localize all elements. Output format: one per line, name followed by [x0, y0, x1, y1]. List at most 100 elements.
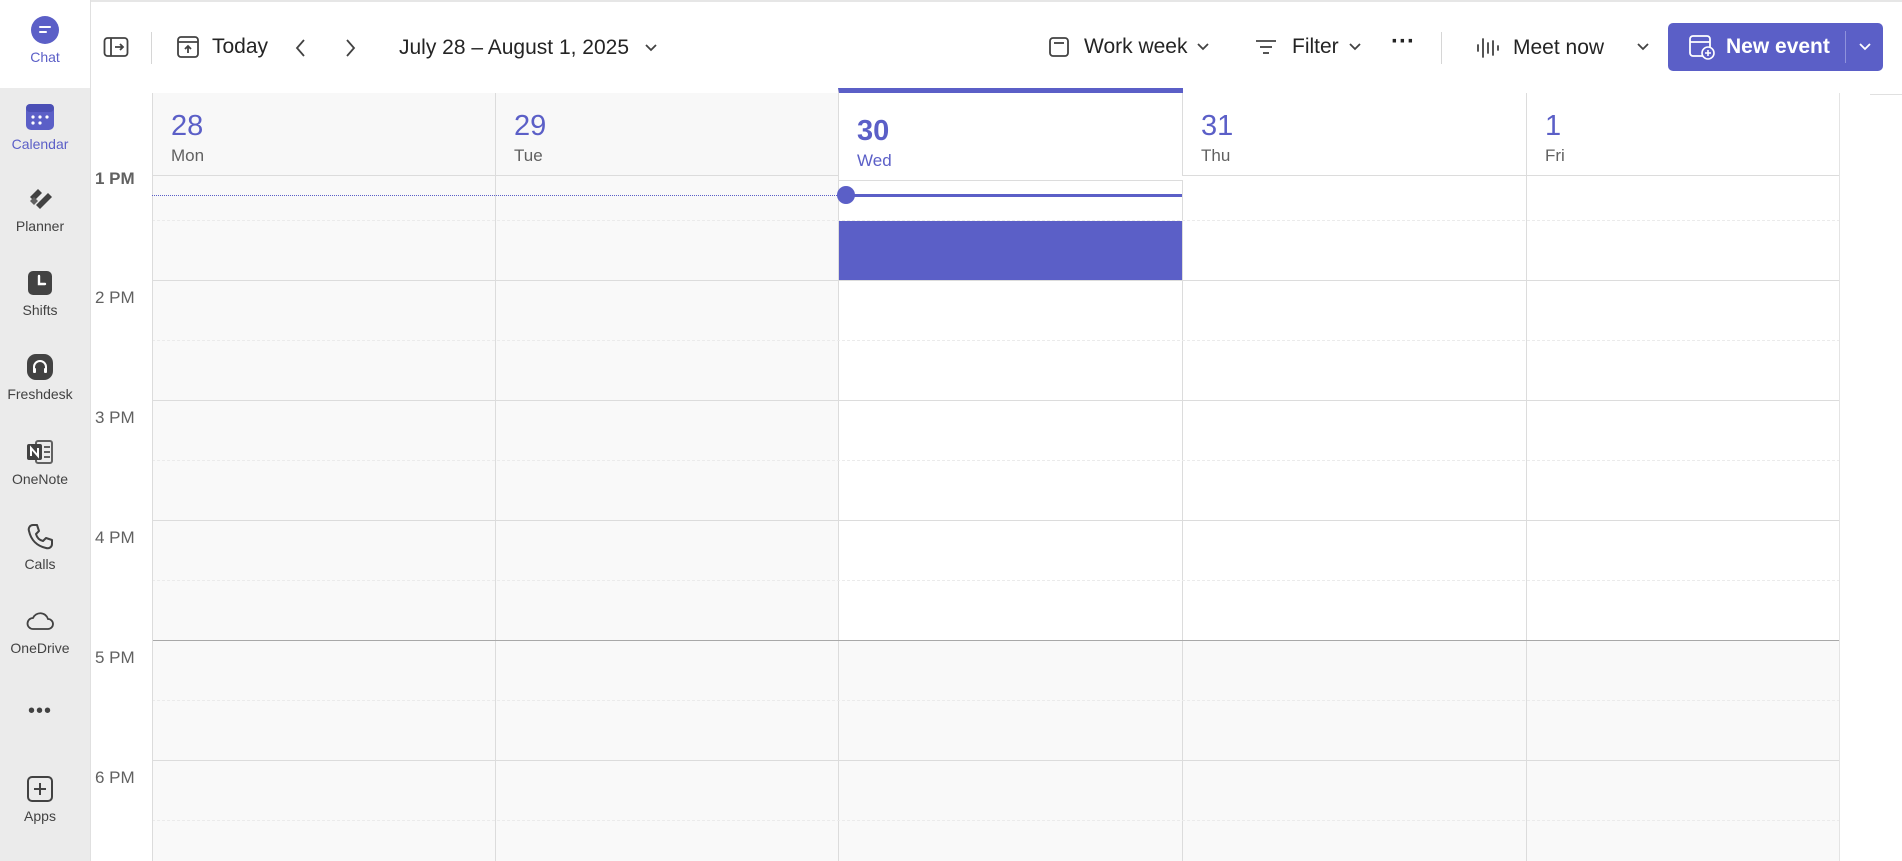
rail-item-chat[interactable]: Chat [0, 0, 90, 88]
hour-line [152, 520, 1870, 521]
calendar-grid: 1 PM 2 PM 3 PM 4 PM 5 PM 6 PM 28 Mon 29 … [91, 88, 1870, 861]
phone-icon [24, 521, 56, 553]
scrollbar-track[interactable] [1839, 93, 1870, 861]
date-range-picker[interactable]: July 28 – August 1, 2025 [399, 36, 659, 60]
today-button[interactable]: Today [176, 34, 268, 60]
cloud-icon [24, 605, 56, 637]
meet-now-label: Meet now [1513, 36, 1605, 59]
view-switcher[interactable]: Work week [1048, 35, 1211, 59]
chevron-down-icon [1858, 43, 1871, 51]
rail-item-onedrive[interactable]: OneDrive [0, 605, 80, 656]
new-event-split-button: New event [1668, 23, 1883, 71]
rail-label: Chat [30, 49, 60, 65]
chat-icon [29, 14, 61, 46]
day-header-thu[interactable]: 31 Thu [1182, 93, 1527, 176]
rail-label: Calls [24, 556, 56, 572]
day-name: Mon [171, 146, 205, 165]
app-rail: Chat Calendar Planner Shifts Freshdesk O… [0, 0, 91, 861]
day-name: Fri [1545, 146, 1565, 165]
day-column[interactable] [1182, 175, 1527, 861]
new-event-label: New event [1726, 35, 1830, 58]
freshdesk-icon [24, 351, 56, 383]
hour-label: 5 PM [95, 648, 135, 667]
day-name: Tue [514, 146, 543, 165]
new-event-button[interactable]: New event [1668, 23, 1845, 71]
filter-icon [1256, 40, 1276, 54]
more-icon: ··· [1391, 28, 1415, 55]
day-name: Thu [1201, 146, 1231, 165]
calendar-toolbar: Today July 28 – August 1, 2025 Work week… [91, 0, 1902, 95]
day-column[interactable] [152, 175, 496, 861]
chevron-right-icon [346, 39, 356, 57]
chevron-down-icon [1197, 43, 1210, 51]
hour-label: 6 PM [95, 768, 135, 787]
next-week-button[interactable] [343, 38, 357, 58]
day-name: Wed [857, 151, 892, 170]
view-label: Work week [1084, 35, 1188, 58]
rail-more-button[interactable]: ••• [0, 700, 80, 723]
sidebar-toggle-icon [103, 37, 129, 57]
day-header-mon[interactable]: 28 Mon [152, 93, 496, 176]
rail-item-calls[interactable]: Calls [0, 521, 80, 572]
toolbar-divider [1441, 32, 1442, 64]
day-number: 31 [1201, 110, 1234, 142]
rail-label: Shifts [22, 302, 58, 318]
rail-label: OneNote [11, 471, 69, 487]
current-time-line [839, 194, 1182, 197]
day-number: 29 [514, 110, 547, 142]
calendar-icon [24, 101, 56, 133]
chevron-down-icon [645, 44, 657, 52]
toggle-sidebar-button[interactable] [103, 36, 129, 58]
more-icon: ••• [27, 700, 52, 722]
time-gutter: 1 PM 2 PM 3 PM 4 PM 5 PM 6 PM [91, 93, 153, 861]
half-hour-line [152, 820, 1870, 821]
rail-label: Freshdesk [7, 386, 73, 402]
rail-item-apps[interactable]: Apps [0, 773, 80, 824]
hour-line [152, 640, 1870, 641]
view-icon [1049, 37, 1069, 57]
hour-line [152, 400, 1870, 401]
day-number: 30 [857, 115, 890, 147]
rail-label: Apps [24, 808, 56, 824]
day-header-fri[interactable]: 1 Fri [1526, 93, 1870, 176]
current-time-marker [837, 186, 855, 204]
rail-label: OneDrive [10, 640, 70, 656]
meet-now-dropdown[interactable] [1635, 41, 1651, 53]
hour-label: 2 PM [95, 288, 135, 307]
day-column[interactable] [495, 175, 839, 861]
toolbar-divider [151, 32, 152, 64]
half-hour-line [152, 340, 1870, 341]
more-options-button[interactable]: ··· [1391, 28, 1415, 56]
day-number: 1 [1545, 110, 1562, 142]
onenote-icon [24, 436, 56, 468]
chevron-down-icon [1637, 43, 1649, 51]
day-column[interactable] [1526, 175, 1870, 861]
calendar-add-icon [1689, 35, 1715, 60]
new-event-dropdown[interactable] [1846, 23, 1883, 71]
rail-item-onenote[interactable]: OneNote [0, 436, 80, 487]
rail-item-shifts[interactable]: Shifts [0, 267, 80, 318]
meet-now-button[interactable]: Meet now [1475, 35, 1604, 61]
previous-week-button[interactable] [294, 38, 308, 58]
half-hour-line [152, 460, 1870, 461]
current-time-line [152, 195, 839, 196]
rail-item-calendar[interactable]: Calendar [0, 101, 80, 152]
add-app-icon [24, 773, 56, 805]
day-header-tue[interactable]: 29 Tue [495, 93, 839, 176]
planner-icon [24, 183, 56, 215]
filter-label: Filter [1292, 35, 1339, 58]
day-header-wed[interactable]: 30 Wed [838, 88, 1183, 181]
rail-item-planner[interactable]: Planner [0, 183, 80, 234]
hour-line [152, 760, 1870, 761]
calendar-today-icon [177, 36, 199, 58]
rail-item-freshdesk[interactable]: Freshdesk [0, 351, 80, 402]
chevron-down-icon [1349, 43, 1361, 51]
hour-label: 3 PM [95, 408, 135, 427]
hour-label: 4 PM [95, 528, 135, 547]
day-number: 28 [171, 110, 204, 142]
today-label: Today [212, 35, 269, 58]
half-hour-line [152, 700, 1870, 701]
hour-label: 1 PM [95, 169, 135, 188]
filter-button[interactable]: Filter [1254, 35, 1363, 59]
calendar-event[interactable] [839, 221, 1182, 280]
